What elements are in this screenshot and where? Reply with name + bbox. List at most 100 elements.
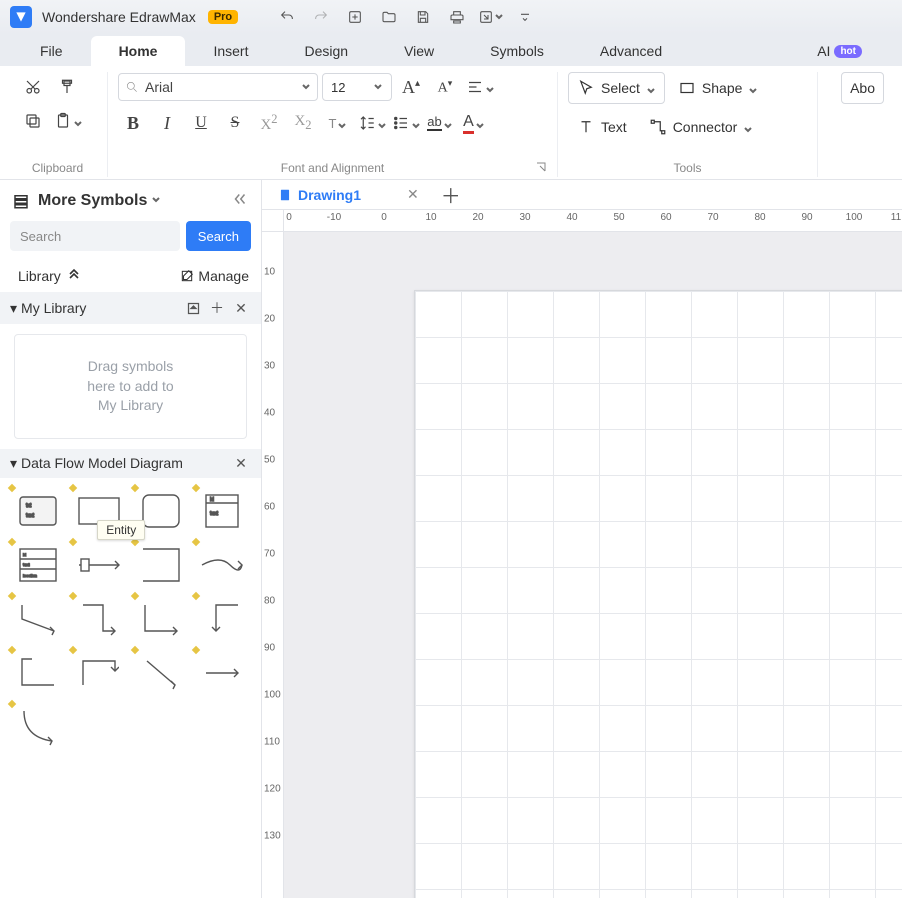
superscript-button[interactable]: X2 [254, 108, 284, 138]
redo-button[interactable] [308, 4, 334, 30]
document-name: Drawing1 [298, 187, 361, 203]
add-library-button[interactable]: ＋ [207, 298, 227, 318]
line-spacing-button[interactable] [356, 108, 386, 138]
shape-flow-curve[interactable] [196, 542, 248, 588]
shape-conn-7[interactable] [135, 650, 187, 696]
change-case-button[interactable]: T [322, 108, 352, 138]
titlebar: Wondershare EdrawMax Pro [0, 0, 902, 34]
vertical-ruler[interactable]: 10 20 30 40 50 60 70 80 90 100 110 120 1… [262, 232, 284, 898]
font-group-expand-icon[interactable] [535, 161, 547, 176]
dfd-accordion[interactable]: ▾ Data Flow Model Diagram ✕ [0, 449, 261, 478]
format-painter-button[interactable] [52, 72, 82, 102]
horizontal-ruler[interactable]: 0 -10 0 10 20 30 40 50 60 70 80 90 100 1… [284, 210, 902, 232]
canvas-area: Drawing1 ✕ ＋ 0 -10 0 10 20 30 40 50 60 7… [262, 180, 902, 898]
shape-conn-4[interactable] [196, 596, 248, 642]
open-button[interactable] [376, 4, 402, 30]
sidebar-collapse-button[interactable] [231, 190, 249, 211]
font-size-select[interactable]: 12 [322, 73, 392, 101]
cut-button[interactable] [18, 72, 48, 102]
shape-tool-button[interactable]: Shape [669, 73, 767, 103]
bold-button[interactable]: B [118, 108, 148, 138]
document-close-button[interactable]: ✕ [407, 186, 419, 203]
subscript-button[interactable]: X2 [288, 108, 318, 138]
bullets-button[interactable] [390, 108, 420, 138]
close-library-button[interactable]: ✕ [231, 300, 251, 317]
shape-conn-6[interactable] [73, 650, 125, 696]
shape-open-rect[interactable] [135, 542, 187, 588]
menu-advanced[interactable]: Advanced [572, 36, 690, 66]
undo-button[interactable] [274, 4, 300, 30]
sidebar-title[interactable]: More Symbols [38, 192, 223, 210]
search-icon [125, 80, 139, 94]
svg-text:id: id [210, 497, 214, 503]
shape-process-lbl[interactable]: txttext [12, 488, 64, 534]
document-icon [278, 188, 292, 202]
drawing-page[interactable] [414, 290, 902, 898]
export-button[interactable] [478, 4, 504, 30]
connector-label: Connector [673, 119, 738, 135]
menu-design[interactable]: Design [276, 36, 376, 66]
connector-icon [649, 118, 667, 136]
new-document-button[interactable]: ＋ [435, 180, 467, 209]
shape-conn-3[interactable] [135, 596, 187, 642]
grow-font-button[interactable]: A▴ [396, 72, 426, 102]
symbol-search-input[interactable]: Search [10, 221, 180, 251]
shape-conn-2[interactable] [73, 596, 125, 642]
font-family-value: Arial [145, 79, 295, 95]
shape-conn-5[interactable] [12, 650, 64, 696]
shape-tooltip: Entity [97, 520, 145, 540]
about-button-truncated[interactable]: Abo [841, 72, 884, 104]
select-label: Select [601, 80, 640, 96]
chevron-down-icon: ▾ [10, 300, 17, 317]
underline-button[interactable]: U [186, 108, 216, 138]
library-collapse-icon[interactable] [67, 267, 81, 284]
hot-badge: hot [834, 45, 862, 58]
highlight-button[interactable]: ab [424, 108, 454, 138]
svg-text:text: text [26, 513, 35, 519]
app-logo [10, 6, 32, 28]
shrink-font-button[interactable]: A▾ [430, 72, 460, 102]
text-label: Text [601, 119, 627, 135]
tools-group-label: Tools [568, 157, 807, 177]
cursor-icon [577, 79, 595, 97]
qat-more-button[interactable] [512, 4, 538, 30]
library-icon [12, 192, 30, 210]
align-button[interactable] [464, 72, 494, 102]
select-tool-button[interactable]: Select [568, 72, 665, 104]
font-color-button[interactable]: A [458, 108, 488, 138]
menu-symbols[interactable]: Symbols [462, 36, 572, 66]
canvas-viewport[interactable]: 0 -10 0 10 20 30 40 50 60 70 80 90 100 1… [262, 210, 902, 898]
my-library-dropzone[interactable]: Drag symbols here to add to My Library [14, 334, 247, 439]
strikethrough-button[interactable]: S [220, 108, 250, 138]
menu-insert[interactable]: Insert [185, 36, 276, 66]
document-tab[interactable]: Drawing1 ✕ [270, 182, 427, 207]
shape-flow-label[interactable]: Entity [73, 542, 125, 588]
text-tool-button[interactable]: Text [568, 112, 636, 142]
shape-conn-1[interactable] [12, 596, 64, 642]
copy-button[interactable] [18, 106, 48, 136]
menu-home[interactable]: Home [91, 36, 186, 66]
menu-file[interactable]: File [12, 36, 91, 66]
menu-ai-label: AI [817, 43, 830, 59]
shape-datastore2[interactable]: idtextlocation [12, 542, 64, 588]
save-button[interactable] [410, 4, 436, 30]
menu-view[interactable]: View [376, 36, 462, 66]
close-dfd-button[interactable]: ✕ [231, 455, 251, 472]
connector-tool-button[interactable]: Connector [640, 112, 763, 142]
library-label[interactable]: Library [18, 268, 61, 284]
font-family-select[interactable]: Arial [118, 73, 318, 101]
clipboard-group-label: Clipboard [18, 157, 97, 177]
manage-button[interactable]: Manage [180, 268, 249, 284]
menu-ai[interactable]: AI hot [789, 36, 890, 66]
import-library-button[interactable] [183, 301, 203, 316]
new-button[interactable] [342, 4, 368, 30]
shape-conn-9[interactable] [12, 704, 64, 750]
canvas-background[interactable] [284, 232, 902, 898]
shape-conn-8[interactable] [196, 650, 248, 696]
print-button[interactable] [444, 4, 470, 30]
my-library-accordion[interactable]: ▾ My Library ＋ ✕ [0, 292, 261, 324]
italic-button[interactable]: I [152, 108, 182, 138]
shape-datastore[interactable]: idtext [196, 488, 248, 534]
paste-button[interactable] [52, 106, 82, 136]
symbol-search-button[interactable]: Search [186, 221, 251, 251]
